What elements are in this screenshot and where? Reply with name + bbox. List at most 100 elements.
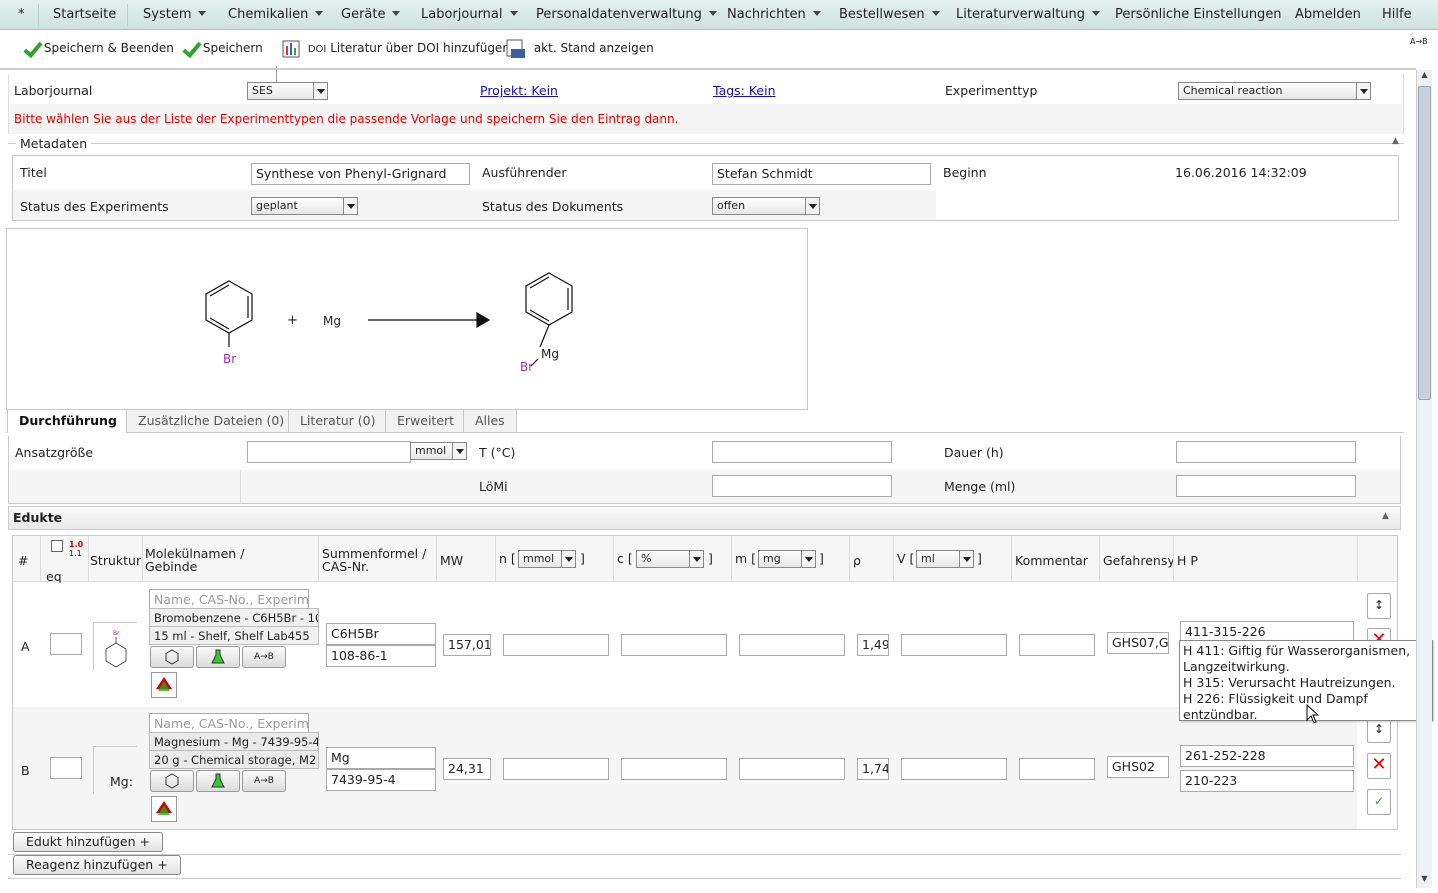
- menu-item-bestellwesen[interactable]: Bestellwesen: [839, 0, 940, 30]
- batch-size-input[interactable]: [247, 441, 411, 463]
- show-current-state-button[interactable]: akt. Stand anzeigen: [506, 37, 654, 59]
- chevron-down-icon: [392, 11, 401, 16]
- tags-link[interactable]: Tags: Kein: [713, 83, 776, 98]
- c-input[interactable]: [621, 634, 727, 656]
- eq-input[interactable]: [50, 633, 82, 655]
- reaction-arrow-button[interactable]: A→B: [242, 770, 286, 792]
- p-statements-input[interactable]: 210-223: [1180, 770, 1354, 792]
- n-input[interactable]: [503, 758, 609, 780]
- menu-item-personaldatenverwaltung[interactable]: Personaldatenverwaltung: [536, 0, 717, 30]
- journal-select[interactable]: SES: [247, 82, 328, 100]
- menu-item-literaturverwaltung[interactable]: Literaturverwaltung: [956, 0, 1101, 30]
- collapse-icon[interactable]: ▲: [1392, 136, 1399, 146]
- menu-item-geraete[interactable]: Geräte: [341, 0, 401, 30]
- add-reagent-button[interactable]: Reagenz hinzufügen +: [13, 855, 181, 875]
- scroll-up-icon[interactable]: ▲: [1417, 70, 1432, 84]
- add-educt-button[interactable]: Edukt hinzufügen +: [13, 832, 163, 852]
- edukte-header-bar: [8, 506, 1401, 530]
- molecule-name-entry[interactable]: Magnesium - Mg - 7439-95-4: [149, 732, 319, 751]
- mw-input[interactable]: 157,01: [443, 634, 491, 656]
- add-literature-doi-button[interactable]: DOI Literatur über DOI hinzufügen: [282, 37, 510, 59]
- scroll-down-icon[interactable]: ▼: [1417, 874, 1432, 888]
- tab-erweitert[interactable]: Erweitert: [385, 409, 467, 433]
- molecule-name-entry[interactable]: Bromobenzene - C6H5Br - 108-86-1: [149, 608, 319, 627]
- title-input[interactable]: Synthese von Phenyl-Grignard: [251, 163, 470, 185]
- c-unit-select[interactable]: %: [636, 550, 704, 568]
- structure-edit-button[interactable]: [150, 770, 194, 792]
- rho-input[interactable]: 1,74: [857, 758, 889, 780]
- structure-edit-button[interactable]: [150, 646, 194, 668]
- h-statements-input[interactable]: 261-252-228: [1180, 745, 1354, 767]
- container-entry[interactable]: 15 ml - Shelf, Shelf Lab455: [149, 626, 319, 645]
- menu-item-persoenliche-einstellungen[interactable]: Persönliche Einstellungen: [1115, 0, 1282, 30]
- structure-thumbnail[interactable]: Br: [93, 622, 137, 670]
- save-button[interactable]: Speichern: [181, 37, 263, 59]
- v-input[interactable]: [901, 758, 1007, 780]
- status-experiment-value: geplant: [256, 199, 298, 212]
- menu-home-star[interactable]: *: [18, 0, 25, 30]
- chevron-down-icon: [931, 11, 940, 16]
- solvent-input[interactable]: [712, 475, 892, 497]
- select-all-checkbox[interactable]: [51, 540, 63, 552]
- reaction-arrow-button[interactable]: A→B: [242, 646, 286, 668]
- menu-item-system[interactable]: System: [143, 0, 207, 30]
- status-document-select[interactable]: offen: [712, 197, 820, 215]
- mw-input[interactable]: 24,31: [443, 758, 491, 780]
- formula-input[interactable]: Mg: [326, 747, 436, 769]
- n-unit-select[interactable]: mmol: [518, 550, 576, 568]
- m-input[interactable]: [739, 758, 845, 780]
- menu-item-nachrichten[interactable]: Nachrichten: [727, 0, 821, 30]
- n-input[interactable]: [503, 634, 609, 656]
- v-input[interactable]: [901, 634, 1007, 656]
- structure-check-button[interactable]: ✓: [1367, 789, 1391, 815]
- tab-zusaetzliche-dateien[interactable]: Zusätzliche Dateien (0): [126, 409, 297, 433]
- ratio-icon[interactable]: 1.0 1.1: [69, 540, 83, 558]
- performer-input[interactable]: Stefan Schmidt: [712, 163, 931, 185]
- collapse-icon[interactable]: ▲: [1382, 511, 1389, 521]
- status-experiment-select[interactable]: geplant: [251, 197, 358, 215]
- menu-item-chemikalien[interactable]: Chemikalien: [228, 0, 324, 30]
- scrollbar-thumb[interactable]: [1418, 86, 1431, 400]
- save-and-close-button[interactable]: Speichern & Beenden: [22, 37, 174, 59]
- molecule-search-input[interactable]: Name, CAS-No., Experiment: [149, 589, 309, 609]
- menu-item-startseite[interactable]: Startseite: [53, 0, 116, 30]
- duration-input[interactable]: [1176, 441, 1356, 463]
- formula-input[interactable]: C6H5Br: [326, 623, 436, 645]
- checkmark-icon: [22, 39, 40, 59]
- m-unit-select[interactable]: mg: [758, 550, 816, 568]
- ghs-input[interactable]: GHS07,GHS09: [1107, 632, 1169, 654]
- comment-input[interactable]: [1019, 634, 1095, 656]
- flask-button[interactable]: [196, 646, 240, 668]
- molecule-search-input[interactable]: Name, CAS-No., Experiment: [149, 713, 309, 733]
- menu-item-laborjournal[interactable]: Laborjournal: [421, 0, 518, 30]
- m-input[interactable]: [739, 634, 845, 656]
- move-row-button[interactable]: ↕: [1367, 593, 1391, 619]
- reaction-scheme-panel[interactable]: Br + Mg Mg Br: [6, 228, 808, 410]
- amount-input[interactable]: [1176, 475, 1356, 497]
- v-unit-select[interactable]: ml: [916, 550, 974, 568]
- exptype-select[interactable]: Chemical reaction: [1178, 82, 1371, 100]
- cas-input[interactable]: 108-86-1: [326, 645, 436, 667]
- structure-thumbnail[interactable]: Mg:: [93, 746, 137, 794]
- safety-sheet-button[interactable]: [151, 672, 177, 698]
- menu-item-hilfe[interactable]: Hilfe: [1382, 0, 1412, 30]
- tab-durchfuehrung[interactable]: Durchführung: [7, 409, 129, 433]
- ghs-input[interactable]: GHS02: [1107, 756, 1169, 778]
- batch-unit-select[interactable]: mmol: [410, 442, 467, 460]
- container-entry[interactable]: 20 g - Chemical storage, M2: [149, 750, 319, 769]
- delete-row-button[interactable]: ✕: [1367, 753, 1391, 779]
- temperature-input[interactable]: [712, 441, 892, 463]
- c-input[interactable]: [621, 758, 727, 780]
- col-v: V [: [897, 551, 915, 566]
- tab-literatur[interactable]: Literatur (0): [288, 409, 388, 433]
- cas-input[interactable]: 7439-95-4: [326, 769, 436, 791]
- eq-input[interactable]: [50, 757, 82, 779]
- menu-item-abmelden[interactable]: Abmelden: [1295, 0, 1361, 30]
- comment-input[interactable]: [1019, 758, 1095, 780]
- tab-alles[interactable]: Alles: [463, 409, 517, 433]
- flask-button[interactable]: [196, 770, 240, 792]
- project-link[interactable]: Projekt: Kein: [480, 83, 558, 98]
- rho-input[interactable]: 1,49: [857, 634, 889, 656]
- corner-arrow-icon[interactable]: A→B: [1410, 37, 1428, 46]
- safety-sheet-button[interactable]: [151, 796, 177, 822]
